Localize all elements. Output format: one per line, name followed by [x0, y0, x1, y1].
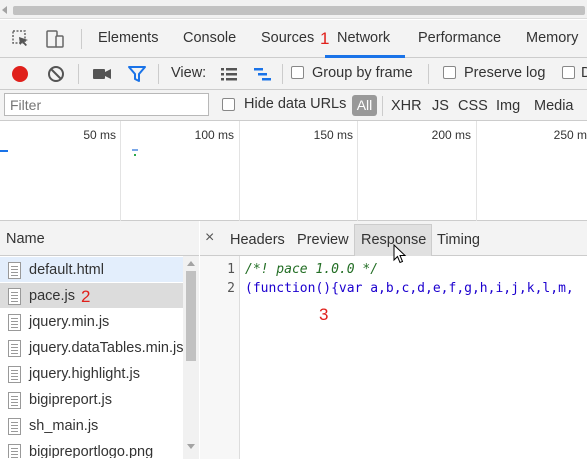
- request-name: bigipreportlogo.png: [29, 444, 154, 459]
- filter-type-all[interactable]: All: [352, 95, 377, 116]
- file-icon: [8, 418, 21, 435]
- line-number: 2: [227, 281, 235, 296]
- horizontal-scrollbar[interactable]: [0, 0, 587, 19]
- request-row[interactable]: jquery.dataTables.min.js: [0, 335, 183, 361]
- file-icon: [8, 262, 21, 279]
- tick-label: 50 ms: [83, 128, 116, 142]
- file-icon: [8, 366, 21, 383]
- filter-icon[interactable]: [126, 63, 148, 85]
- group-by-frame-label: Group by frame: [312, 65, 413, 81]
- code-line: (function(){var a,b,c,d,e,f,g,h,i,j,k,l,…: [245, 281, 574, 296]
- request-name: jquery.dataTables.min.js: [29, 340, 183, 356]
- tick-label: 200 ms: [431, 128, 471, 142]
- tick-label: 100 ms: [194, 128, 234, 142]
- tab-console[interactable]: Console: [183, 30, 236, 46]
- group-by-frame-checkbox[interactable]: [291, 66, 304, 79]
- divider: [428, 64, 429, 84]
- video-camera-icon[interactable]: [91, 63, 113, 85]
- preserve-log-label: Preserve log: [464, 65, 546, 81]
- line-number-gutter: 1 2: [200, 256, 240, 459]
- waterfall-bar: [134, 154, 136, 156]
- request-name: bigipreport.js: [29, 392, 113, 408]
- request-name: sh_main.js: [29, 418, 99, 434]
- hide-data-urls-checkbox[interactable]: [222, 98, 235, 111]
- filter-bar: Hide data URLs All XHR JS CSS Img Media: [0, 90, 587, 121]
- request-name: pace.js: [29, 288, 75, 304]
- request-row-selected[interactable]: pace.js: [0, 283, 183, 309]
- waterfall-bar: [132, 149, 138, 151]
- close-icon[interactable]: ×: [205, 229, 214, 247]
- filter-type-xhr[interactable]: XHR: [391, 98, 422, 114]
- tab-preview[interactable]: Preview: [297, 232, 349, 248]
- disable-cache-label: D: [581, 65, 587, 81]
- gridline: [476, 121, 477, 221]
- filter-type-media[interactable]: Media: [534, 98, 574, 114]
- divider: [382, 96, 383, 116]
- file-icon: [8, 340, 21, 357]
- name-column-header[interactable]: Name: [0, 221, 199, 256]
- vertical-scrollbar[interactable]: [183, 256, 199, 459]
- inspect-element-icon[interactable]: [11, 29, 31, 49]
- tick-label: 150 ms: [313, 128, 353, 142]
- divider: [158, 64, 159, 84]
- request-name: jquery.min.js: [29, 314, 110, 330]
- tab-memory[interactable]: Memory: [526, 30, 578, 46]
- waterfall-icon[interactable]: [252, 63, 274, 85]
- request-row[interactable]: sh_main.js: [0, 413, 183, 439]
- scrollbar-thumb[interactable]: [13, 6, 585, 15]
- filter-type-img[interactable]: Img: [496, 98, 520, 114]
- annotation-number: 2: [81, 287, 91, 306]
- request-row[interactable]: bigipreportlogo.png: [0, 439, 183, 459]
- request-row[interactable]: jquery.min.js: [0, 309, 183, 335]
- name-header-label: Name: [6, 231, 45, 247]
- tick-label: 250 m: [553, 128, 587, 142]
- scroll-down-arrow-icon[interactable]: [187, 444, 195, 449]
- annotation-number: 1: [320, 29, 330, 48]
- network-toolbar: View: Group by frame Preserve log D: [0, 58, 587, 90]
- filter-input[interactable]: [4, 93, 209, 116]
- file-icon: [8, 392, 21, 409]
- gridline: [120, 121, 121, 221]
- request-row[interactable]: default.html: [0, 257, 183, 283]
- clear-icon[interactable]: [45, 63, 67, 85]
- filter-type-js[interactable]: JS: [432, 98, 449, 114]
- gridline: [357, 121, 358, 221]
- gridline: [239, 121, 240, 221]
- view-label: View:: [171, 65, 207, 81]
- device-toolbar-icon[interactable]: [45, 29, 65, 49]
- request-name: default.html: [29, 262, 104, 278]
- tab-network[interactable]: Network: [337, 30, 390, 46]
- request-row[interactable]: jquery.highlight.js: [0, 361, 183, 387]
- disable-cache-checkbox[interactable]: [562, 66, 575, 79]
- waterfall-bar: [0, 150, 8, 152]
- devtools-tab-bar: Elements Console Sources Network Perform…: [0, 20, 587, 58]
- file-icon: [8, 288, 21, 305]
- hide-data-urls-label: Hide data URLs: [244, 96, 347, 112]
- divider: [282, 64, 283, 84]
- file-icon: [8, 314, 21, 331]
- divider: [78, 64, 79, 84]
- mouse-cursor-icon: [393, 244, 407, 264]
- divider: [81, 29, 82, 49]
- scrollbar-thumb[interactable]: [186, 271, 196, 361]
- file-icon: [8, 444, 21, 458]
- requests-list: Name default.html pace.js jquery.min.js …: [0, 221, 199, 459]
- tab-performance[interactable]: Performance: [418, 30, 501, 46]
- line-number: 1: [227, 262, 235, 277]
- tab-sources[interactable]: Sources: [261, 30, 314, 46]
- scroll-up-arrow-icon[interactable]: [187, 261, 195, 266]
- large-rows-icon[interactable]: [218, 63, 240, 85]
- tab-timing[interactable]: Timing: [437, 232, 480, 248]
- preserve-log-checkbox[interactable]: [443, 66, 456, 79]
- code-line: /*! pace 1.0.0 */: [245, 262, 379, 277]
- timeline-overview[interactable]: 50 ms 100 ms 150 ms 200 ms 250 m: [0, 121, 587, 221]
- scroll-left-arrow-icon[interactable]: [2, 6, 7, 14]
- record-icon[interactable]: [9, 63, 31, 85]
- tab-elements[interactable]: Elements: [98, 30, 158, 46]
- request-name: jquery.highlight.js: [29, 366, 140, 382]
- request-row[interactable]: bigipreport.js: [0, 387, 183, 413]
- tab-headers[interactable]: Headers: [230, 232, 285, 248]
- filter-type-css[interactable]: CSS: [458, 98, 488, 114]
- annotation-number: 3: [319, 305, 329, 324]
